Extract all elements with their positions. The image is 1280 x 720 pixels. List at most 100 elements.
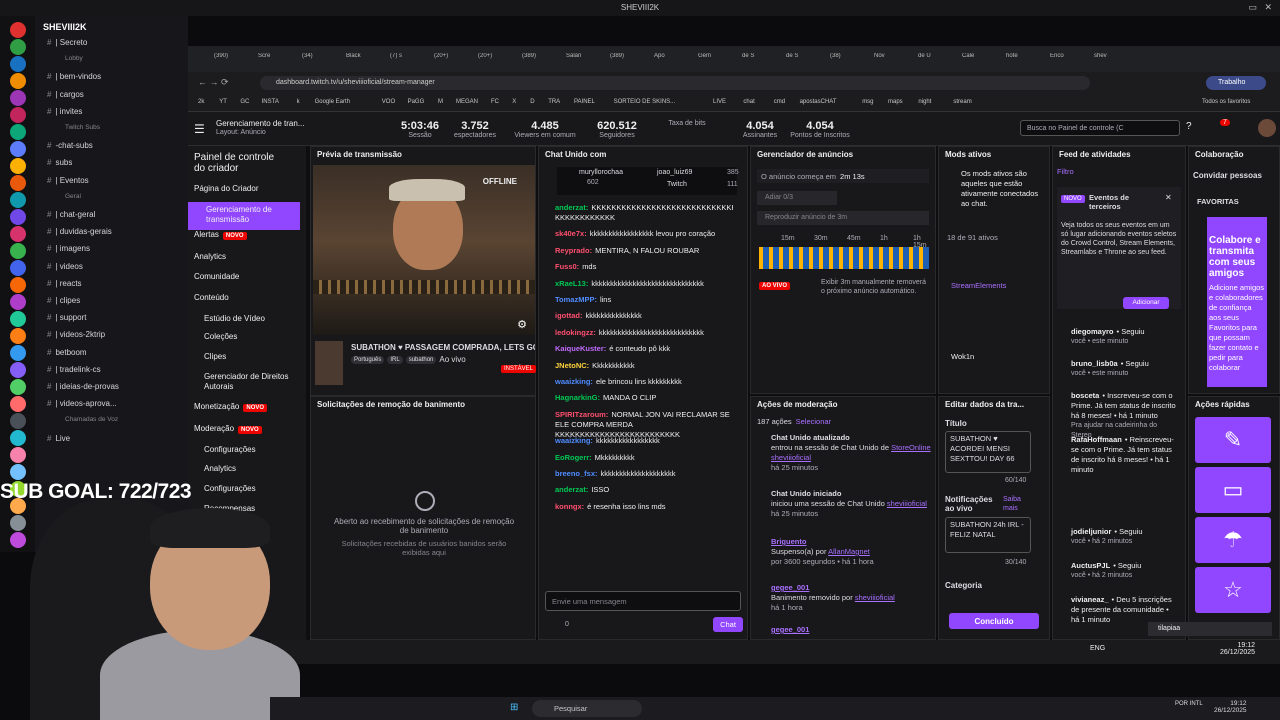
server-icon[interactable] [10,124,26,140]
chat-username[interactable]: waaizking: [555,377,593,386]
bookmark[interactable]: 2k [198,99,204,105]
server-icon[interactable] [10,226,26,242]
channel-item[interactable]: # | reacts [47,279,187,295]
chat-message[interactable]: breeno_fsx: kkkkkkkkkkkkkkkkkkkk [543,469,733,479]
chat-message[interactable]: KaiqueKuster: é conteudo pô kkk [543,344,733,354]
browser-tab[interactable]: Apo [654,53,694,67]
server-icon[interactable] [10,294,26,310]
server-icon[interactable] [10,362,26,378]
feed-event[interactable]: AuctusPJL • Seguiu você • há 2 minutos [1061,561,1179,581]
chat-username[interactable]: EoRogerr: [555,453,592,462]
system-clock[interactable]: 19:12 26/12/2025 [1214,700,1247,714]
chat-message[interactable]: igottad: kkkkkkkkkkkkkkk [543,311,733,321]
server-icon[interactable] [10,413,26,429]
action-user[interactable]: AllanMagnet [828,547,870,556]
bookmark[interactable]: k [297,99,300,105]
done-button[interactable]: Concluído [949,613,1039,629]
settings-icon[interactable]: ⚙ [517,318,527,331]
channel-item[interactable]: # | videos-aprova... [47,399,187,415]
browser-tab[interactable]: shev [1094,53,1134,67]
channel-item[interactable]: # | imagens [47,244,187,260]
sidebar-item[interactable]: Estúdio de Vídeo [204,314,314,323]
chat-message[interactable]: Reyprado: MENTIRA, N FALOU ROUBAR [543,246,733,256]
chat-username[interactable]: KaiqueKuster: [555,344,606,353]
channel-item[interactable]: # | ideias-de-provas [47,382,187,398]
bookmark[interactable]: apostasCHAT [800,99,837,105]
server-icon[interactable] [10,90,26,106]
server-icon[interactable] [10,464,26,480]
server-icon[interactable] [10,379,26,395]
feed-user[interactable]: vivianeaz_ [1071,595,1109,604]
chat-message[interactable]: TomazMPP: lins [543,295,733,305]
mod-action[interactable]: gegee_001 Banimento removido por sheviiio… [771,583,931,613]
chat-username[interactable]: ledokingzz: [555,328,596,337]
browser-tab[interactable]: Salán [566,53,606,67]
title-textarea[interactable]: SUBATHON ♥ ACORDEI MENSI SEXTTOU! DAY 66 [945,431,1031,473]
chat-username[interactable]: konngx: [555,502,584,511]
action-target[interactable]: sheviiioficial [771,453,811,462]
server-icon[interactable] [10,22,26,38]
invite-button[interactable]: Convidar pessoas [1193,171,1262,180]
sidebar-item[interactable]: Comunidade [194,272,304,281]
pinned-user[interactable]: Twitch [667,181,687,188]
browser-tab[interactable]: Enco [1050,53,1090,67]
channel-points[interactable]: 0 [565,621,569,628]
taskbar-search[interactable]: Pesquisar [532,700,642,717]
channel-item[interactable]: # | tradelink-cs [47,365,187,381]
server-icon[interactable] [10,260,26,276]
bookmark[interactable]: stream [953,99,971,105]
channel-item[interactable]: # -chat-subs [47,141,187,157]
bookmark[interactable]: TRA [548,99,560,105]
channel-item[interactable]: Geral [65,193,205,209]
action-user[interactable]: StoreOnline [891,443,931,452]
profile-button[interactable]: Trabalho [1206,76,1266,90]
close-icon[interactable]: ✕ [1165,193,1172,202]
action-head[interactable]: Briguento [771,537,931,547]
tag[interactable]: subathon [405,355,437,364]
chat-username[interactable]: SPIRITzaroum: [555,410,608,419]
chat-message[interactable]: sk40e7x: kkkkkkkkkkkkkkkkk levou pro cora… [543,229,733,239]
sidebar-item[interactable]: Analytics [194,252,304,261]
clip-icon[interactable]: ▭ [1195,467,1271,513]
mod-action[interactable]: Chat Unido iniciado iniciou uma sessão de… [771,489,931,519]
channel-item[interactable]: # | duvidas-gerais [47,227,187,243]
feed-user[interactable]: RafaHoffmaan [1071,435,1122,444]
sidebar-item[interactable]: Moderação NOVO [194,424,304,434]
server-icon[interactable] [10,39,26,55]
bookmark[interactable]: Todos os favoritos [1202,99,1250,105]
chat-username[interactable]: waaizking: [555,436,593,445]
feed-event[interactable]: jodieljunior • Seguiu você • há 2 minutos [1061,527,1179,547]
action-user[interactable]: sheviiioficial [887,499,927,508]
chat-message[interactable]: konngx: é resenha isso lins mds [543,502,733,512]
browser-tab[interactable]: hote [1006,53,1046,67]
channel-item[interactable]: # | Secreto [47,38,187,54]
browser-tab[interactable]: de S [786,53,826,67]
bookmark[interactable]: GC [240,99,249,105]
server-icon[interactable] [10,430,26,446]
filter-link[interactable]: Filtro [1057,167,1074,176]
mod-action[interactable]: Chat Unido atualizado entrou na sessão de… [771,433,931,473]
chat-username[interactable]: HagnarkinG: [555,393,600,402]
bookmark[interactable]: maps [888,99,903,105]
server-icon[interactable] [10,158,26,174]
channel-item[interactable]: # Live [47,434,187,450]
chat-message[interactable]: waaizking: kkkkkkkkkkkkkkkkk [543,436,733,446]
action-head[interactable]: Chat Unido atualizado [771,433,931,443]
server-icon[interactable] [10,175,26,191]
sidebar-item[interactable]: Conteúdo [194,293,304,302]
layout-label[interactable]: Layout: Anúncio [216,129,266,136]
channel-item[interactable]: # subs [47,158,187,174]
chat-username[interactable]: anderzat: [555,485,588,494]
url-input[interactable]: dashboard.twitch.tv/u/sheviiioficial/str… [260,76,1090,90]
browser-tab[interactable]: (38) [830,53,870,67]
tag[interactable]: Português [351,355,385,364]
server-icon[interactable] [10,243,26,259]
chat-username[interactable]: igottad: [555,311,583,320]
channel-item[interactable]: # | Eventos [47,176,187,192]
bookmark[interactable]: msg [862,99,873,105]
server-icon[interactable] [10,396,26,412]
server-icon[interactable] [10,277,26,293]
browser-tab[interactable]: (389) [610,53,650,67]
chat-username[interactable]: sk40e7x: [555,229,587,238]
sidebar-item[interactable]: Gerenciamento de transmissão [188,202,300,230]
